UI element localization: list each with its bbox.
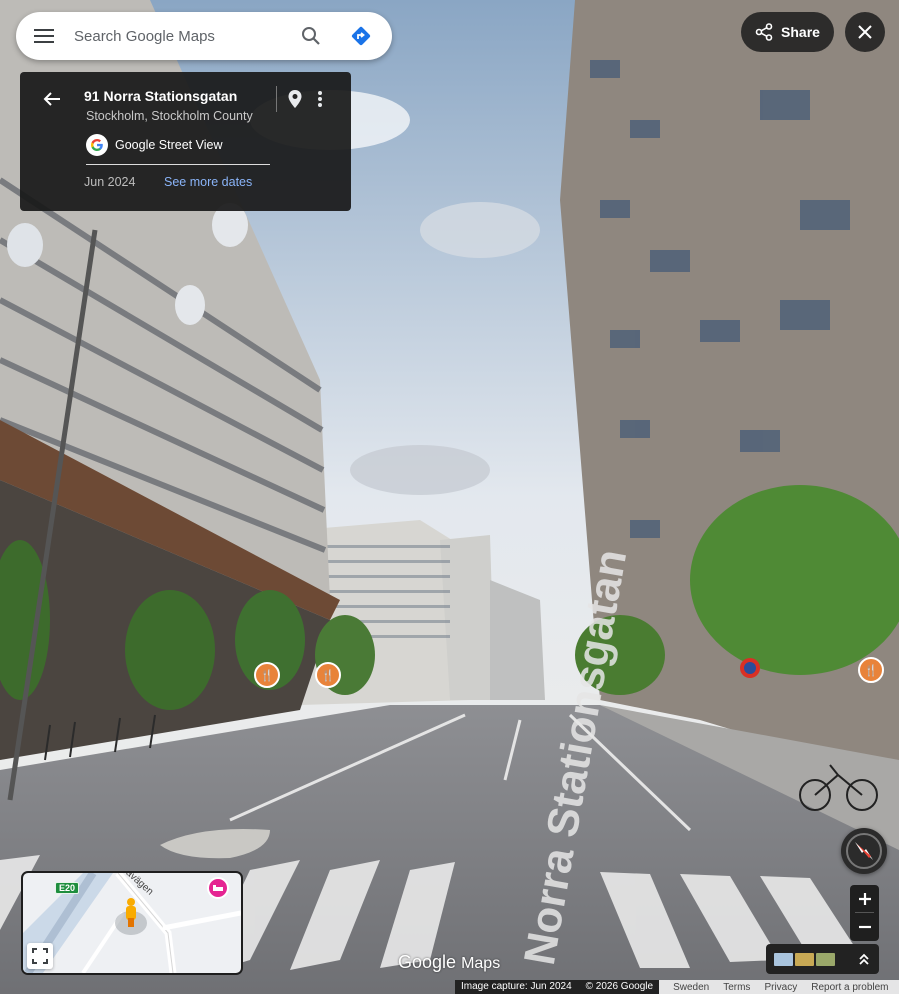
back-button[interactable] bbox=[40, 87, 64, 111]
chevron-up-double-icon[interactable] bbox=[859, 953, 869, 965]
minus-icon bbox=[858, 925, 871, 928]
image-capture-label: Image capture: Jun 2024 bbox=[455, 980, 578, 994]
zoom-control bbox=[850, 885, 879, 941]
google-maps-watermark: Google Maps bbox=[398, 952, 500, 973]
directions-button[interactable] bbox=[336, 12, 386, 60]
maps-wordmark: Maps bbox=[461, 955, 501, 972]
zoom-out-button[interactable] bbox=[850, 913, 879, 940]
search-icon bbox=[302, 27, 320, 45]
menu-icon bbox=[34, 29, 54, 43]
copyright: © 2026 Google bbox=[577, 980, 660, 994]
compass-icon bbox=[846, 833, 882, 869]
share-button[interactable]: Share bbox=[741, 12, 834, 52]
photo-thumbnails[interactable] bbox=[766, 944, 879, 974]
fork-knife-icon: 🍴 bbox=[864, 664, 878, 677]
show-on-map-button[interactable] bbox=[284, 88, 306, 110]
expand-map-button[interactable] bbox=[27, 943, 53, 969]
close-button[interactable] bbox=[845, 12, 885, 52]
terms-link[interactable]: Terms bbox=[723, 982, 750, 993]
report-problem-link[interactable]: Report a problem bbox=[811, 982, 888, 993]
footer-bar: Image capture: Jun 2024 © 2026 Google Sw… bbox=[455, 980, 899, 994]
menu-button[interactable] bbox=[16, 12, 72, 60]
close-icon bbox=[858, 25, 872, 39]
pegman-icon[interactable] bbox=[124, 898, 138, 933]
restaurant-marker[interactable]: 🍴 bbox=[858, 657, 884, 683]
provider-name: Google Street View bbox=[115, 138, 223, 152]
divider bbox=[276, 86, 277, 112]
location-card: 91 Norra Stationsgatan Stockholm, Stockh… bbox=[20, 72, 351, 211]
minimap[interactable]: E20 ävägen bbox=[21, 871, 243, 975]
fork-knife-icon: 🍴 bbox=[260, 669, 274, 682]
country-link[interactable]: Sweden bbox=[673, 982, 709, 993]
arrow-left-icon bbox=[43, 92, 60, 106]
thumbnail[interactable] bbox=[774, 952, 793, 966]
plus-icon bbox=[858, 892, 871, 905]
highway-shield: E20 bbox=[55, 882, 80, 894]
see-more-dates-link[interactable]: See more dates bbox=[164, 175, 252, 189]
google-g-icon bbox=[86, 134, 108, 156]
search-input[interactable] bbox=[72, 26, 286, 46]
location-title: 91 Norra Stationsgatan bbox=[84, 88, 238, 104]
compass-button[interactable] bbox=[841, 828, 887, 874]
privacy-link[interactable]: Privacy bbox=[764, 982, 797, 993]
fork-knife-icon: 🍴 bbox=[321, 669, 335, 682]
fullscreen-icon bbox=[32, 948, 48, 964]
map-pin-icon bbox=[288, 90, 302, 108]
google-wordmark: Google bbox=[398, 952, 457, 972]
imagery-provider: Google Street View bbox=[86, 134, 222, 156]
search-button[interactable] bbox=[286, 12, 336, 60]
directions-icon bbox=[351, 26, 371, 46]
hotel-marker-icon[interactable] bbox=[207, 877, 229, 899]
location-subtitle: Stockholm, Stockholm County bbox=[86, 109, 253, 123]
share-label: Share bbox=[781, 24, 820, 40]
more-options-button[interactable] bbox=[309, 88, 331, 110]
thumbnail[interactable] bbox=[816, 952, 835, 966]
more-vert-icon bbox=[318, 91, 322, 107]
share-icon bbox=[755, 23, 773, 41]
capture-date: Jun 2024 bbox=[84, 175, 136, 189]
zoom-in-button[interactable] bbox=[850, 885, 879, 912]
restaurant-marker[interactable]: 🍴 bbox=[254, 662, 280, 688]
search-bar bbox=[16, 12, 392, 60]
restaurant-marker[interactable]: 🍴 bbox=[315, 662, 341, 688]
divider bbox=[86, 164, 270, 165]
thumbnail[interactable] bbox=[795, 952, 814, 966]
